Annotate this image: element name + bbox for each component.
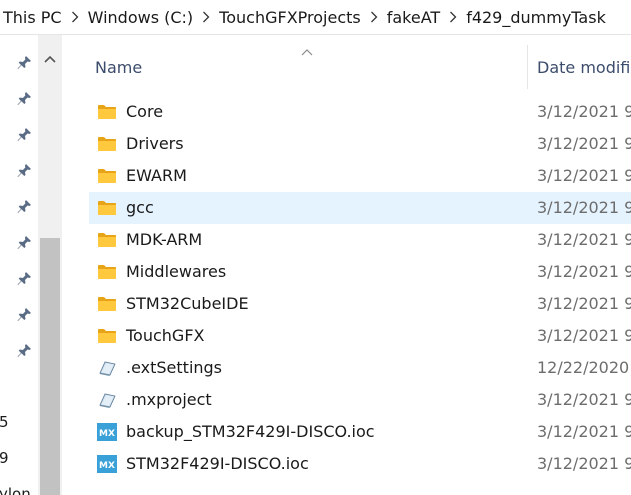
pin-icon[interactable]: [15, 306, 33, 324]
file-name: STM32F429I-DISCO.ioc: [126, 454, 309, 473]
file-name: Core: [126, 102, 164, 121]
file-name: TouchGFX: [126, 326, 205, 345]
file-row-drivers[interactable]: Drivers 3/12/2021 9: [89, 128, 631, 160]
chevron-right-icon[interactable]: [197, 10, 215, 25]
file-row-ioc[interactable]: MX STM32F429I-DISCO.ioc 3/12/2021 9: [89, 448, 631, 480]
folder-icon: [97, 231, 117, 249]
breadcrumb-item-this-pc[interactable]: This PC: [0, 8, 66, 27]
file-date-modified: 3/12/2021 9: [537, 454, 631, 473]
nav-item-truncated[interactable]: ylon: [0, 485, 31, 495]
pin-icon[interactable]: [15, 198, 33, 216]
file-name: .mxproject: [126, 390, 212, 409]
pin-icon[interactable]: [15, 90, 33, 108]
file-date-modified: 3/12/2021 9: [537, 294, 631, 313]
mx-badge-label: MX: [99, 461, 115, 471]
file-date-modified: 3/12/2021 9: [537, 230, 631, 249]
file-date-modified: 3/12/2021 9: [537, 134, 631, 153]
chevron-right-icon[interactable]: [365, 10, 383, 25]
folder-icon: [97, 295, 117, 313]
mx-badge-label: MX: [99, 429, 115, 439]
chevron-right-icon[interactable]: [66, 10, 84, 25]
pin-icon[interactable]: [15, 270, 33, 288]
file-list: Core 3/12/2021 9 Drivers 3/12/2021 9 EWA…: [89, 96, 631, 480]
file-name: EWARM: [126, 166, 187, 185]
file-row-middlewares[interactable]: Middlewares 3/12/2021 9: [89, 256, 631, 288]
folder-icon: [97, 135, 117, 153]
file-explorer-window: This PC Windows (C:) TouchGFXProjects fa…: [0, 0, 631, 495]
folder-icon: [97, 103, 117, 121]
stm32cubemx-file-icon: MX: [97, 455, 117, 473]
file-name: MDK-ARM: [126, 230, 203, 249]
pin-icon[interactable]: [15, 126, 33, 144]
chevron-right-icon[interactable]: [444, 10, 462, 25]
file-row-gcc[interactable]: gcc 3/12/2021 9: [89, 192, 631, 224]
breadcrumb-item-windows-c[interactable]: Windows (C:): [84, 8, 198, 27]
generic-file-icon: [97, 359, 117, 377]
pin-icon[interactable]: [15, 54, 33, 72]
file-date-modified: 3/12/2021 9: [537, 390, 631, 409]
file-date-modified: 3/12/2021 9: [537, 102, 631, 121]
folder-icon: [97, 167, 117, 185]
file-name: STM32CubeIDE: [126, 294, 249, 313]
file-row-mdk-arm[interactable]: MDK-ARM 3/12/2021 9: [89, 224, 631, 256]
column-header-name[interactable]: Name: [95, 45, 142, 89]
nav-item-truncated[interactable]: 9: [0, 449, 9, 467]
file-row-core[interactable]: Core 3/12/2021 9: [89, 96, 631, 128]
file-date-modified: 3/12/2021 9: [537, 198, 631, 217]
file-row-touchgfx[interactable]: TouchGFX 3/12/2021 9: [89, 320, 631, 352]
file-name: gcc: [126, 198, 154, 217]
file-name: Middlewares: [126, 262, 227, 281]
file-name: backup_STM32F429I-DISCO.ioc: [126, 422, 375, 441]
folder-icon: [97, 327, 117, 345]
folder-icon: [97, 263, 117, 281]
nav-scrollbar[interactable]: [38, 35, 62, 495]
chevron-up-icon[interactable]: [38, 49, 62, 65]
nav-scrollbar-thumb[interactable]: [40, 238, 60, 495]
breadcrumb-item-fakeat[interactable]: fakeAT: [383, 8, 444, 27]
generic-file-icon: [97, 391, 117, 409]
nav-item-truncated[interactable]: 5: [0, 413, 9, 431]
file-date-modified: 3/12/2021 9: [537, 166, 631, 185]
file-name: .extSettings: [126, 358, 223, 377]
sort-ascending-icon: [301, 41, 313, 56]
file-row-ewarm[interactable]: EWARM 3/12/2021 9: [89, 160, 631, 192]
breadcrumb: This PC Windows (C:) TouchGFXProjects fa…: [0, 0, 631, 34]
file-row-backup-ioc[interactable]: MX backup_STM32F429I-DISCO.ioc 3/12/2021…: [89, 416, 631, 448]
file-date-modified: 3/12/2021 9: [537, 262, 631, 281]
file-row-mxproject[interactable]: .mxproject 3/12/2021 9: [89, 384, 631, 416]
column-divider[interactable]: [527, 45, 528, 89]
stm32cubemx-file-icon: MX: [97, 423, 117, 441]
file-name: Drivers: [126, 134, 184, 153]
pin-icon[interactable]: [15, 342, 33, 360]
folder-icon: [97, 199, 117, 217]
column-header-date-modified[interactable]: Date modifi: [537, 45, 631, 89]
breadcrumb-item-touchgfxprojects[interactable]: TouchGFXProjects: [215, 8, 365, 27]
file-row-extsettings[interactable]: .extSettings 12/22/2020: [89, 352, 631, 384]
pin-icon[interactable]: [15, 234, 33, 252]
pin-icon[interactable]: [15, 162, 33, 180]
breadcrumb-item-f429-dummytask[interactable]: f429_dummyTask: [462, 8, 610, 27]
file-date-modified: 12/22/2020: [537, 358, 630, 377]
navigation-pane: 5 9 ylon: [0, 35, 62, 495]
file-row-stm32cubeide[interactable]: STM32CubeIDE 3/12/2021 9: [89, 288, 631, 320]
file-date-modified: 3/12/2021 9: [537, 422, 631, 441]
file-date-modified: 3/12/2021 9: [537, 326, 631, 345]
file-list-pane: Name Date modifi Core 3/12/2021 9 Driver…: [62, 35, 631, 495]
